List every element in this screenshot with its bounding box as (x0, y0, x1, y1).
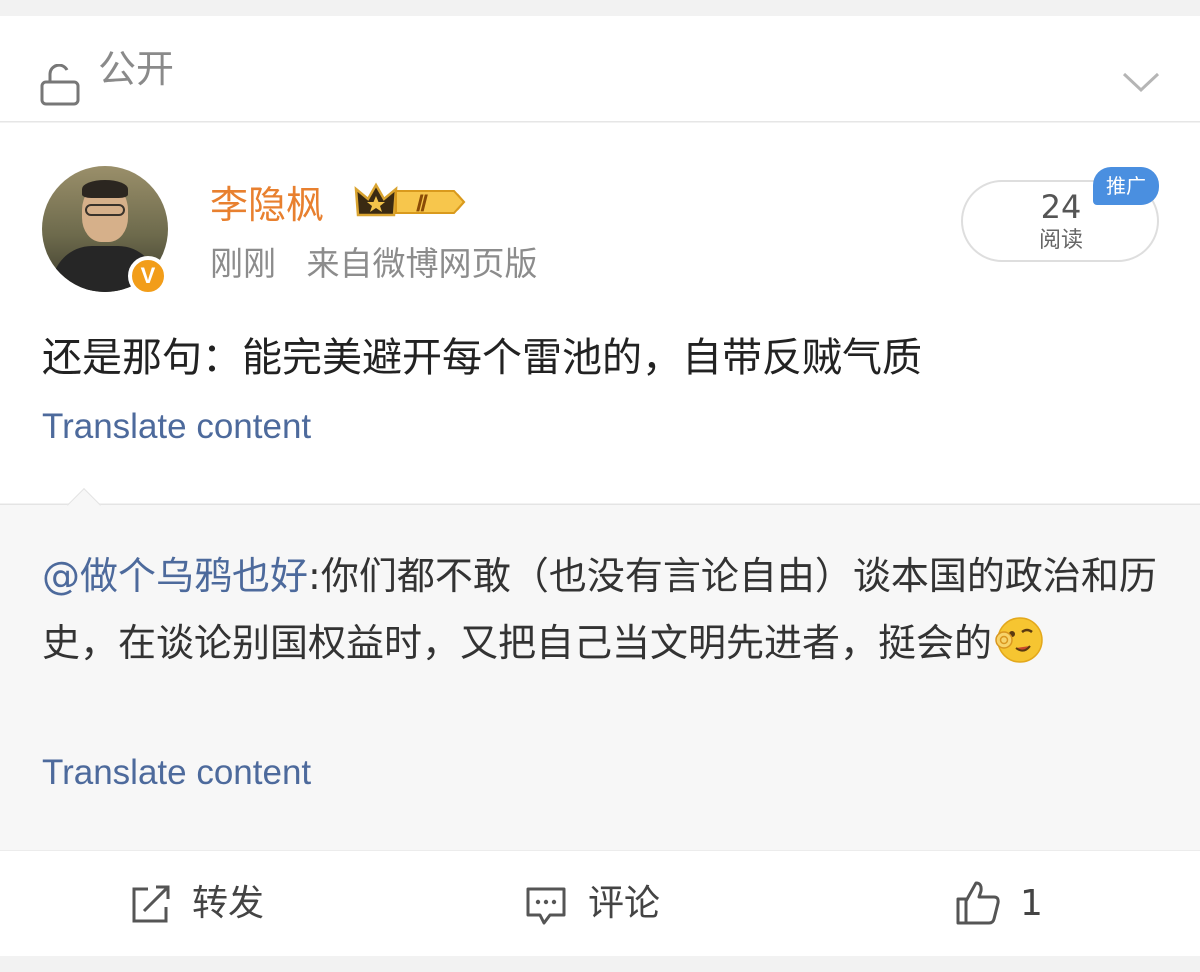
quoted-text: @做个乌鸦也好:你们都不敢（也没有言论自由）谈本国的政治和历史，在谈论别国权益时… (42, 543, 1162, 677)
comment-label: 评论 (588, 883, 661, 924)
quoted-translate-link[interactable]: Translate content (42, 749, 311, 797)
read-label: 阅读 (1038, 228, 1083, 253)
comment-button[interactable]: 评论 (524, 851, 684, 957)
verified-badge: V (128, 256, 168, 296)
action-bar: 转发 评论 1 (0, 850, 1200, 956)
post-time: 刚刚 (210, 244, 276, 283)
repost-label: 转发 (192, 883, 265, 924)
like-count: 1 (1020, 883, 1043, 924)
bottom-spacer (0, 956, 1200, 972)
visibility-label: 公开 (98, 47, 175, 91)
promote-badge[interactable]: 推广 (1093, 167, 1159, 205)
comment-icon (526, 887, 566, 925)
top-spacer (0, 0, 1200, 16)
chevron-down-icon[interactable] (1121, 70, 1161, 94)
like-button[interactable]: 1 (954, 851, 1054, 957)
repost-button[interactable]: 转发 (128, 851, 288, 957)
post-meta: 刚刚 来自微博网页版 (210, 241, 538, 287)
quoted-post[interactable]: @做个乌鸦也好:你们都不敢（也没有言论自由）谈本国的政治和历史，在谈论别国权益时… (0, 488, 1200, 850)
post-source: 来自微博网页版 (306, 244, 538, 283)
author-name[interactable]: 李隐枫 (210, 180, 324, 230)
translate-link[interactable]: Translate content (42, 403, 311, 451)
share-icon (132, 885, 170, 923)
post-card: V 李隐枫 Ⅱ 刚刚 来自微博网页版 24 阅读 推广 还是那句：能完美避开每个… (0, 123, 1200, 503)
avatar[interactable]: V (42, 166, 168, 296)
unlock-icon (40, 64, 80, 106)
member-crown-icon[interactable]: Ⅱ (354, 181, 468, 223)
thumbs-up-icon (956, 881, 1000, 925)
visibility-selector[interactable]: 公开 (0, 16, 1200, 122)
wink-ok-emoji-icon (995, 617, 1043, 663)
mention-link[interactable]: @做个乌鸦也好 (42, 554, 308, 598)
post-text: 还是那句：能完美避开每个雷池的，自带反贼气质 (42, 335, 922, 381)
